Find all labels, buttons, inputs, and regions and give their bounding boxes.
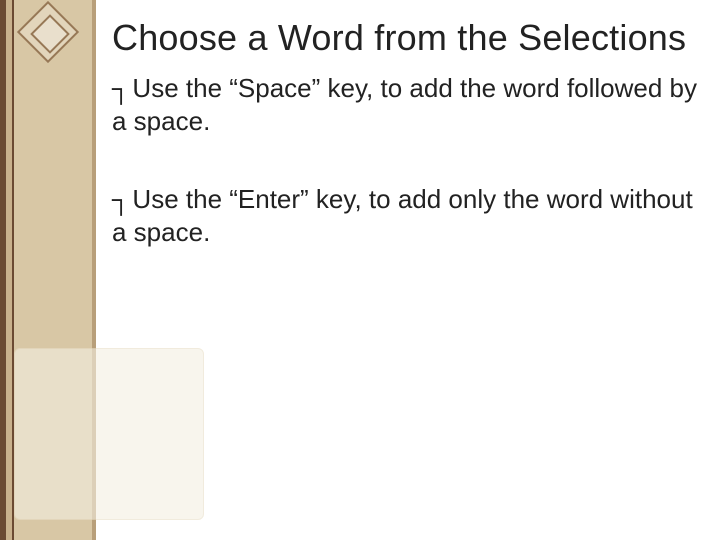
- body-text: ┐Use the “Space” key, to add the word fo…: [112, 72, 698, 248]
- bullet-item: ┐Use the “Enter” key, to add only the wo…: [112, 183, 698, 248]
- decorative-box: [14, 348, 204, 520]
- ornament-icon: [26, 10, 70, 54]
- slide-title: Choose a Word from the Selections: [112, 18, 698, 58]
- content-area: Choose a Word from the Selections ┐Use t…: [112, 18, 698, 294]
- bullet-text: Use the “Enter” key, to add only the wor…: [112, 184, 693, 247]
- bullet-icon: ┐: [112, 73, 130, 103]
- bullet-text: Use the “Space” key, to add the word fol…: [112, 73, 697, 136]
- slide: Choose a Word from the Selections ┐Use t…: [0, 0, 720, 540]
- bullet-item: ┐Use the “Space” key, to add the word fo…: [112, 72, 698, 137]
- bullet-icon: ┐: [112, 184, 130, 214]
